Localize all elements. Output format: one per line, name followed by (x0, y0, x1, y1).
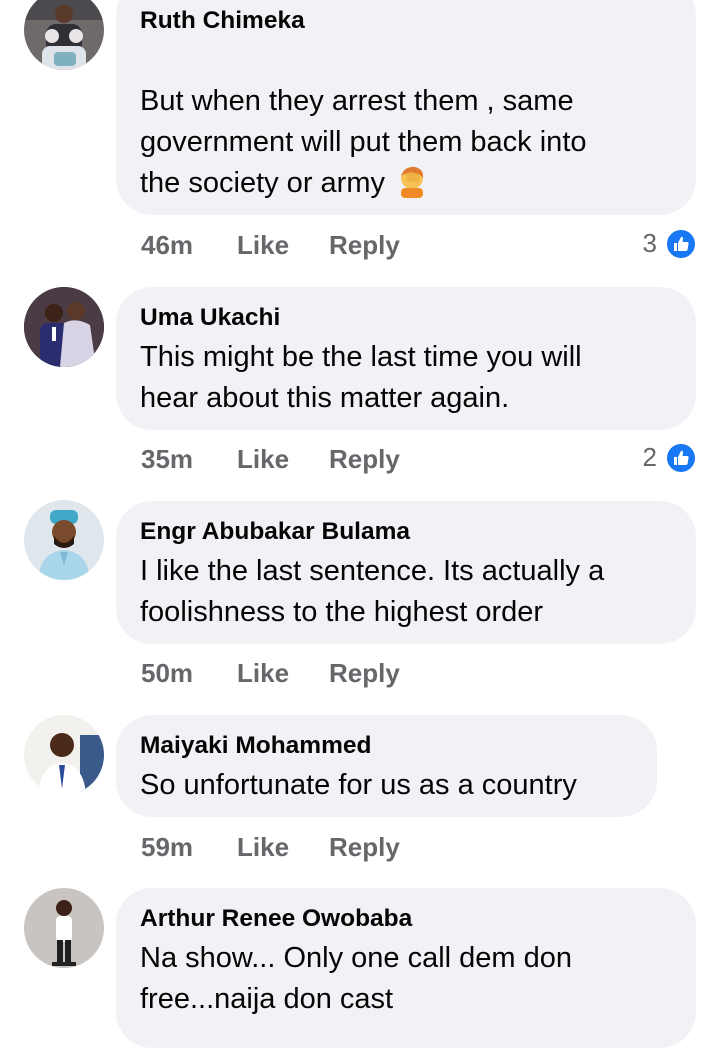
comment-timestamp[interactable]: 59m (141, 832, 193, 863)
comment-text: Na show... Only one call dem don free...… (140, 942, 573, 1015)
like-button[interactable]: Like (237, 832, 289, 863)
comment-item: Ruth Chimeka But when they arrest them ,… (0, 0, 719, 270)
avatar[interactable] (24, 500, 104, 580)
comment-item: Uma Ukachi This might be the last time y… (0, 285, 719, 485)
reaction-summary[interactable]: 2 (617, 442, 697, 476)
comment-bubble: Maiyaki Mohammed So unfortunate for us a… (116, 715, 657, 817)
like-button[interactable]: Like (237, 230, 289, 261)
like-button[interactable]: Like (237, 658, 289, 689)
comment-text: This might be the last time you will hea… (140, 341, 582, 414)
reaction-count: 3 (642, 228, 657, 258)
like-thumb-icon (665, 228, 697, 260)
comment-item: Arthur Renee Owobaba Na show... Only one… (0, 888, 719, 1048)
comment-author[interactable]: Maiyaki Mohammed (140, 731, 371, 761)
reply-button[interactable]: Reply (329, 658, 400, 689)
avatar[interactable] (24, 287, 104, 367)
reply-button[interactable]: Reply (329, 444, 400, 475)
comment-bubble: Ruth Chimeka But when they arrest them ,… (116, 0, 696, 215)
comment-text: But when they arrest them , same governm… (140, 40, 587, 204)
comment-text: I like the last sentence. Its actually a… (140, 555, 605, 628)
reaction-summary[interactable]: 3 (617, 228, 697, 262)
comment-author[interactable]: Engr Abubakar Bulama (140, 517, 410, 547)
reply-button[interactable]: Reply (329, 832, 400, 863)
comment-bubble: Uma Ukachi This might be the last time y… (116, 287, 696, 430)
comment-timestamp[interactable]: 50m (141, 658, 193, 689)
reaction-count: 2 (642, 442, 657, 472)
like-button[interactable]: Like (237, 444, 289, 475)
comment-bubble: Engr Abubakar Bulama I like the last sen… (116, 501, 696, 644)
comment-text-body: But when they arrest them , same governm… (140, 85, 587, 199)
comment-timestamp[interactable]: 46m (141, 230, 193, 261)
comment-item: Engr Abubakar Bulama I like the last sen… (0, 500, 719, 700)
comment-author[interactable]: Uma Ukachi (140, 303, 280, 333)
comment-author[interactable]: Arthur Renee Owobaba (140, 904, 412, 934)
like-thumb-icon (665, 442, 697, 474)
facepalm-emoji-icon (395, 164, 429, 198)
comment-author[interactable]: Ruth Chimeka (140, 6, 305, 36)
avatar[interactable] (24, 0, 104, 70)
avatar[interactable] (24, 888, 104, 968)
comment-timestamp[interactable]: 35m (141, 444, 193, 475)
comment-text: So unfortunate for us as a country (140, 769, 577, 801)
reply-button[interactable]: Reply (329, 230, 400, 261)
avatar[interactable] (24, 715, 104, 795)
comment-item: Maiyaki Mohammed So unfortunate for us a… (0, 715, 719, 875)
comment-bubble: Arthur Renee Owobaba Na show... Only one… (116, 888, 696, 1048)
